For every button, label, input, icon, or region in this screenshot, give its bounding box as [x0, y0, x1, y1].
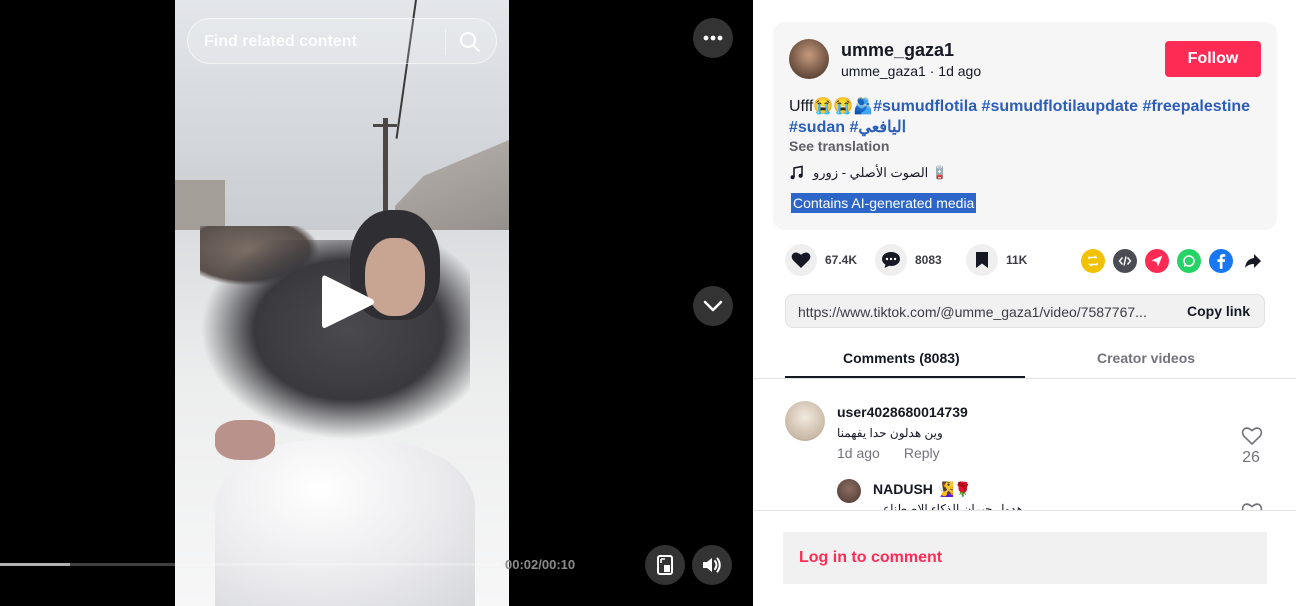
comment-like-count: 26	[1242, 449, 1260, 466]
reply-heart-icon[interactable]	[1241, 502, 1263, 510]
comment-meta: 1d ago Reply	[837, 445, 940, 461]
embed-code-icon[interactable]	[1113, 249, 1137, 273]
page-root: 00:02/00:10 umme_gaza1 umme_gaza1 ·	[0, 0, 1296, 606]
video-progress-bar[interactable]	[0, 563, 500, 566]
heart-icon	[791, 252, 811, 268]
more-options-button[interactable]	[693, 18, 733, 58]
mini-player-button[interactable]	[645, 545, 685, 585]
follow-button[interactable]: Follow	[1165, 41, 1261, 77]
caption-text: Ufff😭😭🫂	[789, 98, 874, 115]
share-link-box: https://www.tiktok.com/@umme_gaza1/video…	[785, 294, 1265, 328]
author-avatar[interactable]	[789, 39, 829, 79]
login-to-comment-button[interactable]: Log in to comment	[783, 532, 1267, 584]
play-icon	[322, 275, 374, 328]
comment-action[interactable]: 8083	[875, 244, 942, 276]
share-arrow-icon[interactable]	[1241, 249, 1265, 273]
comment-bubble-icon	[882, 252, 900, 268]
info-panel: umme_gaza1 umme_gaza1 · 1d ago Follow Uf…	[753, 0, 1296, 606]
author-username[interactable]: umme_gaza1	[841, 40, 954, 61]
send-to-friends-icon[interactable]	[1145, 249, 1169, 273]
search-divider	[445, 29, 446, 55]
tab-comments[interactable]: Comments (8083)	[843, 350, 960, 366]
save-count: 11K	[1006, 253, 1028, 267]
video-time: 00:02/00:10	[505, 557, 576, 572]
bookmark-icon	[976, 252, 988, 268]
like-button[interactable]	[785, 244, 817, 276]
video-panel: 00:02/00:10	[0, 0, 753, 606]
comment-count: 8083	[915, 253, 942, 267]
author-subline: umme_gaza1 · 1d ago	[841, 63, 981, 79]
active-tab-underline	[785, 376, 1025, 378]
login-to-comment-label: Log in to comment	[799, 549, 943, 566]
comment-tabs: Comments (8083) Creator videos	[753, 338, 1296, 379]
post-time: 1d ago	[938, 63, 982, 79]
comment-time: 1d ago	[837, 445, 880, 461]
music-title: الصوت الأصلي - زورو 🪫	[813, 165, 949, 180]
mini-player-icon	[657, 555, 673, 575]
subline-separator: ·	[929, 63, 939, 79]
like-count: 67.4K	[825, 253, 858, 267]
author-handle[interactable]: umme_gaza1	[841, 63, 926, 79]
video-snow-pile	[215, 440, 475, 606]
save-action[interactable]: 11K	[966, 244, 1027, 276]
reply-avatar[interactable]	[837, 479, 861, 503]
more-dots-icon	[703, 35, 723, 41]
copy-link-button[interactable]: Copy link	[1187, 303, 1250, 319]
hashtag-link[interactable]: #اليافعي	[849, 119, 906, 136]
video-progress-fill	[0, 563, 70, 566]
hashtag-link[interactable]: #sumudflotila	[873, 98, 977, 115]
music-note-icon	[790, 165, 803, 180]
search-input[interactable]	[204, 31, 434, 53]
search-box[interactable]	[187, 18, 497, 64]
whatsapp-icon[interactable]	[1177, 249, 1201, 273]
chevron-down-icon	[703, 300, 723, 312]
video-pole-bar	[373, 124, 397, 127]
ai-generated-label: Contains AI-generated media	[791, 193, 977, 213]
comment-heart-icon[interactable]	[1241, 426, 1263, 446]
hashtag-link[interactable]: #freepalestine	[1142, 98, 1250, 115]
music-link[interactable]: الصوت الأصلي - زورو 🪫	[789, 165, 948, 181]
next-video-button[interactable]	[693, 286, 733, 326]
hashtag-link[interactable]: #sudan	[789, 119, 845, 136]
save-button[interactable]	[966, 244, 998, 276]
description-card: umme_gaza1 umme_gaza1 · 1d ago Follow Uf…	[773, 22, 1277, 230]
reply-username[interactable]: NADUSH 🧏‍♀️🌹	[873, 481, 972, 498]
like-action[interactable]: 67.4K	[785, 244, 857, 276]
comment-button[interactable]	[875, 244, 907, 276]
comment-footer: Log in to comment	[753, 510, 1296, 606]
see-translation-link[interactable]: See translation	[789, 138, 889, 154]
comment-text: وين هدلون حدا يفهمنا	[837, 426, 943, 440]
volume-button[interactable]	[692, 545, 732, 585]
share-link-url[interactable]: https://www.tiktok.com/@umme_gaza1/video…	[798, 304, 1163, 320]
comment-list: user4028680014739 وين هدلون حدا يفهمنا 1…	[753, 380, 1296, 510]
search-icon[interactable]	[458, 30, 482, 54]
tab-creator-videos[interactable]: Creator videos	[1097, 350, 1195, 366]
repost-icon[interactable]	[1081, 249, 1105, 273]
video-person-hand	[215, 420, 275, 460]
reply-button[interactable]: Reply	[904, 445, 940, 461]
post-caption: Ufff😭😭🫂#sumudflotila #sumudflotilaupdate…	[789, 96, 1269, 138]
reply-text: هدول جيران الذكاء الاصطناعي	[873, 502, 1023, 510]
hashtag-link[interactable]: #sumudflotilaupdate	[982, 98, 1138, 115]
facebook-icon[interactable]	[1209, 249, 1233, 273]
volume-icon	[703, 557, 721, 573]
commenter-username[interactable]: user4028680014739	[837, 404, 968, 420]
action-bar: 67.4K 8083 11K	[785, 244, 1275, 280]
commenter-avatar[interactable]	[785, 401, 825, 441]
play-button[interactable]	[320, 272, 376, 332]
